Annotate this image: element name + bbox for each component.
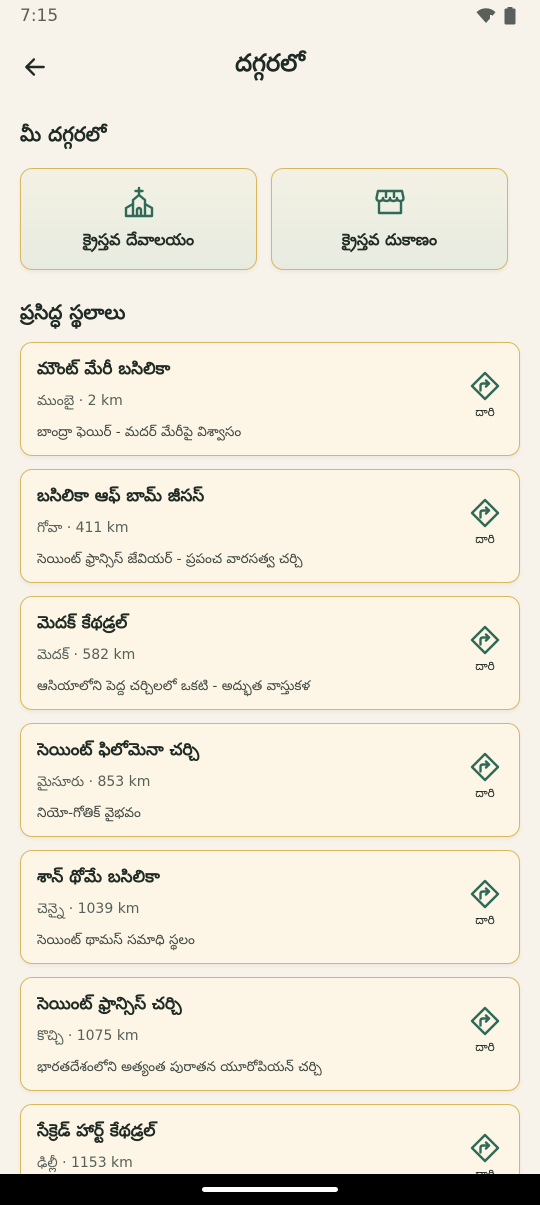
app-bar: దగ్గరలో <box>0 38 540 94</box>
store-icon <box>374 189 405 214</box>
place-description: సెయింట్ థామస్ సమాధి స్థలం <box>37 932 195 948</box>
places-list: మౌంట్ మేరీ బసిలికా ముంబై · 2 km బాంద్రా … <box>20 342 520 1205</box>
directions-icon <box>470 1133 500 1163</box>
place-name: మెదక్ కేథడ్రల్ <box>37 613 128 633</box>
directions-button[interactable]: దారి <box>465 879 505 930</box>
famous-section-title: ప్రసిద్ధ స్థలాలు <box>20 300 126 324</box>
back-button[interactable] <box>14 46 56 88</box>
directions-label: దారి <box>475 1040 495 1054</box>
place-location-distance: చెన్నై · 1039 km <box>37 901 140 917</box>
directions-icon <box>470 625 500 655</box>
place-card[interactable]: సెయింట్ ఫ్రాన్సిస్ చర్చి కొచ్చి · 1075 k… <box>20 977 520 1091</box>
wifi-icon <box>476 8 496 24</box>
place-name: మౌంట్ మేరీ బసిలికా <box>37 359 171 379</box>
navigation-bar <box>0 1174 540 1205</box>
directions-icon <box>470 1006 500 1036</box>
directions-button[interactable]: దారి <box>465 498 505 549</box>
place-description: సెయింట్ ఫ్రాన్సిస్ జేవియర్ - ప్రపంచ వారస… <box>37 551 303 567</box>
directions-icon <box>470 498 500 528</box>
church-icon <box>124 186 153 217</box>
store-nearby-button[interactable]: క్రైస్తవ దుకాణం <box>271 168 508 270</box>
place-description: నియో-గోతిక్ వైభవం <box>37 805 141 821</box>
directions-label: దారి <box>475 786 495 800</box>
page-title: దగ్గరలో <box>235 49 305 77</box>
place-description: భారతదేశంలోని అత్యంత పురాతన యూరోపియన్ చర్… <box>37 1059 322 1075</box>
directions-icon <box>470 752 500 782</box>
place-description: బాంద్రా ఫెయిర్ - మదర్ మేరీపై విశ్వాసం <box>37 424 242 440</box>
screen: 7:15 దగ్గరలో మీ దగ్గరలో క్రైస్తవ దేవాలయం… <box>0 0 540 1205</box>
status-time: 7:15 <box>20 6 59 26</box>
directions-button[interactable]: దారి <box>465 371 505 422</box>
arrow-left-icon <box>25 58 45 76</box>
nearby-buttons: క్రైస్తవ దేవాలయం క్రైస్తవ దుకాణం <box>20 168 508 270</box>
place-location-distance: ముంబై · 2 km <box>37 393 123 409</box>
place-card[interactable]: మెదక్ కేథడ్రల్ మెదక్ · 582 km ఆసియాలోని … <box>20 596 520 710</box>
status-bar: 7:15 <box>0 0 540 32</box>
place-description: ఆసియాలోని పెద్ద చర్చిలలో ఒకటి - అద్భుత వ… <box>37 678 311 694</box>
battery-icon <box>504 7 516 25</box>
place-card[interactable]: బసిలికా ఆఫ్ బామ్ జీసస్ గోవా · 411 km సెయ… <box>20 469 520 583</box>
directions-button[interactable]: దారి <box>465 625 505 676</box>
place-name: సెయింట్ ఫ్రాన్సిస్ చర్చి <box>37 994 182 1014</box>
home-indicator[interactable] <box>202 1187 338 1192</box>
store-nearby-label: క్రైస్తవ దుకాణం <box>341 229 438 249</box>
status-icons <box>476 7 516 25</box>
directions-button[interactable]: దారి <box>465 1006 505 1057</box>
church-nearby-label: క్రైస్తవ దేవాలయం <box>82 229 195 249</box>
place-card[interactable]: మౌంట్ మేరీ బసిలికా ముంబై · 2 km బాంద్రా … <box>20 342 520 456</box>
directions-icon <box>470 879 500 909</box>
place-location-distance: మెదక్ · 582 km <box>37 647 136 663</box>
place-name: శాన్ థోమే బసిలికా <box>37 867 160 887</box>
directions-label: దారి <box>475 913 495 927</box>
place-card[interactable]: సెయింట్ ఫిలోమెనా చర్చి మైసూరు · 853 km న… <box>20 723 520 837</box>
place-location-distance: గోవా · 411 km <box>37 520 129 536</box>
place-location-distance: ఢిల్లీ · 1153 km <box>37 1155 133 1171</box>
place-name: సెయింట్ ఫిలోమెనా చర్చి <box>37 740 200 760</box>
directions-label: దారి <box>475 532 495 546</box>
directions-icon <box>470 371 500 401</box>
church-nearby-button[interactable]: క్రైస్తవ దేవాలయం <box>20 168 257 270</box>
place-location-distance: మైసూరు · 853 km <box>37 774 151 790</box>
place-location-distance: కొచ్చి · 1075 km <box>37 1028 139 1044</box>
directions-label: దారి <box>475 659 495 673</box>
nearby-section-title: మీ దగ్గరలో <box>20 122 107 146</box>
directions-label: దారి <box>475 405 495 419</box>
place-name: సేక్రెడ్ హార్ట్ కేథడ్రల్ <box>37 1121 156 1141</box>
place-card[interactable]: శాన్ థోమే బసిలికా చెన్నై · 1039 km సెయిం… <box>20 850 520 964</box>
place-name: బసిలికా ఆఫ్ బామ్ జీసస్ <box>37 486 205 506</box>
directions-button[interactable]: దారి <box>465 752 505 803</box>
